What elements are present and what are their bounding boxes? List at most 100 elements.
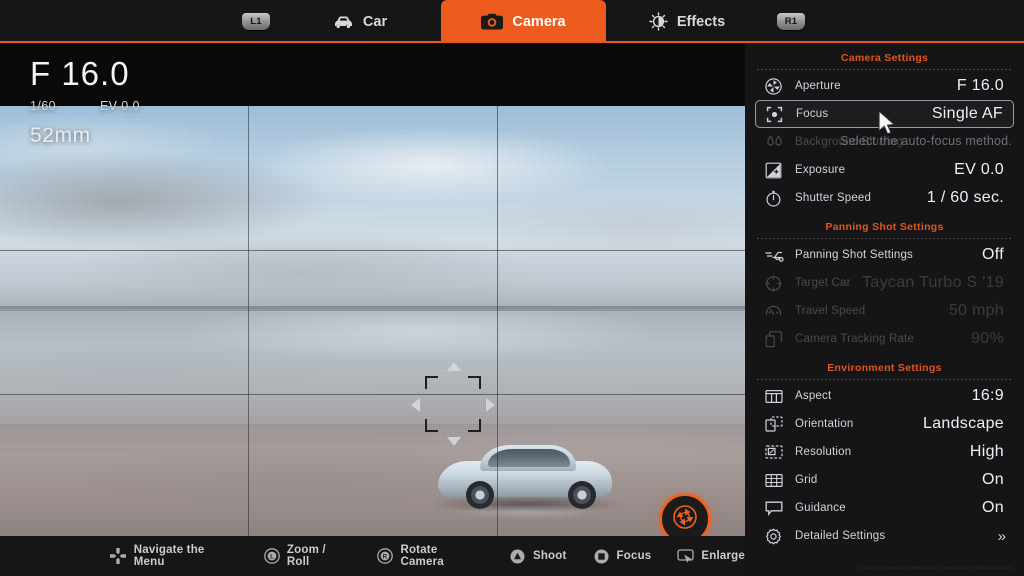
reticle-arrow-left bbox=[411, 398, 420, 412]
setting-row-orientation[interactable]: Orientation Landscape bbox=[755, 410, 1014, 438]
ground-region bbox=[0, 424, 745, 538]
setting-value: On bbox=[982, 499, 1004, 516]
touchpad-icon bbox=[677, 548, 695, 565]
copyright-notice: © 2023 Sony Interactive Entertainment In… bbox=[858, 565, 1014, 570]
setting-value: High bbox=[969, 443, 1004, 460]
car-windows bbox=[488, 449, 570, 467]
bokeh-icon bbox=[765, 134, 787, 151]
setting-label: Camera Tracking Rate bbox=[795, 333, 915, 345]
speedometer-icon bbox=[765, 303, 787, 320]
brightness-icon bbox=[649, 12, 668, 31]
panning-icon bbox=[765, 248, 787, 263]
reticle-arrow-right bbox=[486, 398, 495, 412]
hint-label: Focus bbox=[616, 550, 652, 562]
setting-label: Shutter Speed bbox=[795, 192, 872, 204]
setting-label: Aperture bbox=[795, 80, 841, 92]
camera-icon bbox=[481, 13, 504, 30]
section-header-environment-settings: Environment Settings bbox=[827, 362, 942, 374]
tab-effects[interactable]: Effects bbox=[606, 0, 768, 43]
section-divider bbox=[757, 69, 1012, 70]
letterbox-top bbox=[0, 43, 745, 106]
setting-row-exposure[interactable]: Exposure EV 0.0 bbox=[755, 156, 1014, 184]
setting-row-guidance[interactable]: Guidance On bbox=[755, 494, 1014, 522]
tab-car-label: Car bbox=[362, 13, 388, 30]
hint-shoot: Shoot bbox=[509, 548, 567, 565]
r1-button-label: R1 bbox=[777, 13, 805, 30]
hint-enlarge: Enlarge bbox=[677, 548, 745, 565]
setting-value: 1 / 60 sec. bbox=[926, 189, 1004, 206]
svg-text:R: R bbox=[383, 554, 388, 560]
target-icon bbox=[765, 275, 787, 292]
hint-label: Navigate the Menu bbox=[133, 544, 205, 568]
aperture-icon bbox=[765, 77, 787, 95]
setting-row-resolution[interactable]: Resolution High bbox=[755, 438, 1014, 466]
photo-preview bbox=[0, 106, 745, 538]
tracking-icon bbox=[765, 330, 787, 348]
setting-label: Detailed Settings bbox=[795, 530, 886, 542]
tab-car[interactable]: Car bbox=[279, 0, 441, 43]
setting-row-target-car: Target Car Taycan Turbo S '19 bbox=[755, 269, 1014, 297]
square-button-icon bbox=[593, 548, 610, 565]
l1-shoulder-button[interactable]: L1 bbox=[233, 0, 279, 43]
aperture-icon bbox=[671, 503, 699, 536]
hint-label: Shoot bbox=[532, 550, 567, 562]
setting-row-panning-shot-settings[interactable]: Panning Shot Settings Off bbox=[755, 241, 1014, 269]
gear-icon bbox=[765, 528, 787, 545]
tab-effects-label: Effects bbox=[676, 13, 726, 30]
setting-value: EV 0.0 bbox=[954, 161, 1004, 178]
resolution-icon bbox=[765, 444, 787, 460]
setting-label: Panning Shot Settings bbox=[795, 249, 914, 261]
setting-row-travel-speed: Travel Speed 50 mph bbox=[755, 297, 1014, 325]
section-header-panning-shot-settings: Panning Shot Settings bbox=[825, 221, 944, 233]
setting-label: Exposure bbox=[795, 164, 846, 176]
setting-row-aperture[interactable]: Aperture F 16.0 bbox=[755, 72, 1014, 100]
setting-value: Landscape bbox=[923, 415, 1004, 432]
section-divider bbox=[757, 238, 1012, 239]
focus-bracket-icon bbox=[766, 106, 788, 123]
aspect-icon bbox=[765, 389, 787, 404]
photo-mode-screen: L1 Car Camera Effects R1 F 16.0 1/60 EV … bbox=[0, 0, 1024, 576]
reticle-arrow-down bbox=[447, 437, 461, 446]
setting-label: Aspect bbox=[795, 390, 832, 402]
mouse-cursor bbox=[878, 110, 898, 143]
top-navigation-bar: L1 Car Camera Effects R1 bbox=[0, 0, 1024, 43]
setting-row-aspect[interactable]: Aspect 16:9 bbox=[755, 382, 1014, 410]
setting-label: Orientation bbox=[795, 418, 854, 430]
setting-row-shutter-speed[interactable]: Shutter Speed 1 / 60 sec. bbox=[755, 184, 1014, 212]
exposure-icon bbox=[765, 162, 787, 179]
hint-zoom-roll: L Zoom / Roll bbox=[263, 544, 351, 568]
setting-label: Grid bbox=[795, 474, 818, 486]
speech-bubble-icon bbox=[765, 500, 787, 516]
setting-row-camera-tracking-rate: Camera Tracking Rate 90% bbox=[755, 325, 1014, 353]
setting-value: 90% bbox=[971, 330, 1004, 347]
tooltip-focus-hint: Select the auto-focus method. bbox=[840, 134, 1012, 148]
setting-value: Single AF bbox=[931, 105, 1003, 122]
hint-label: Enlarge bbox=[701, 550, 745, 562]
setting-value: F 16.0 bbox=[956, 77, 1004, 94]
sky-region bbox=[0, 106, 745, 311]
control-hints-bar: Navigate the Menu L Zoom / Roll R Rotate… bbox=[0, 536, 745, 576]
tab-camera[interactable]: Camera bbox=[441, 0, 606, 43]
setting-row-detailed-settings[interactable]: Detailed Settings » bbox=[755, 522, 1014, 550]
stopwatch-icon bbox=[765, 190, 787, 207]
car-reflection bbox=[448, 505, 606, 519]
setting-row-grid[interactable]: Grid On bbox=[755, 466, 1014, 494]
setting-label: Travel Speed bbox=[795, 305, 866, 317]
orientation-icon bbox=[765, 416, 787, 432]
hint-navigate-the-menu: Navigate the Menu bbox=[110, 544, 237, 568]
setting-label: Resolution bbox=[795, 446, 852, 458]
setting-value: 16:9 bbox=[971, 387, 1004, 404]
r1-shoulder-button[interactable]: R1 bbox=[768, 0, 814, 43]
svg-text:L: L bbox=[270, 554, 274, 560]
car-subject bbox=[432, 443, 622, 519]
camera-viewport[interactable]: F 16.0 1/60 EV 0.0 52mm bbox=[0, 43, 745, 576]
car-rear-wheel bbox=[568, 481, 596, 509]
grid-icon bbox=[765, 473, 787, 488]
chevron-right-icon: » bbox=[997, 527, 1006, 545]
setting-value: On bbox=[982, 471, 1004, 488]
focus-reticle[interactable] bbox=[411, 362, 495, 446]
section-divider bbox=[757, 379, 1012, 380]
left-stick-icon: L bbox=[263, 548, 280, 565]
salt-flat-reflection bbox=[0, 311, 745, 431]
setting-label: Focus bbox=[796, 108, 829, 120]
